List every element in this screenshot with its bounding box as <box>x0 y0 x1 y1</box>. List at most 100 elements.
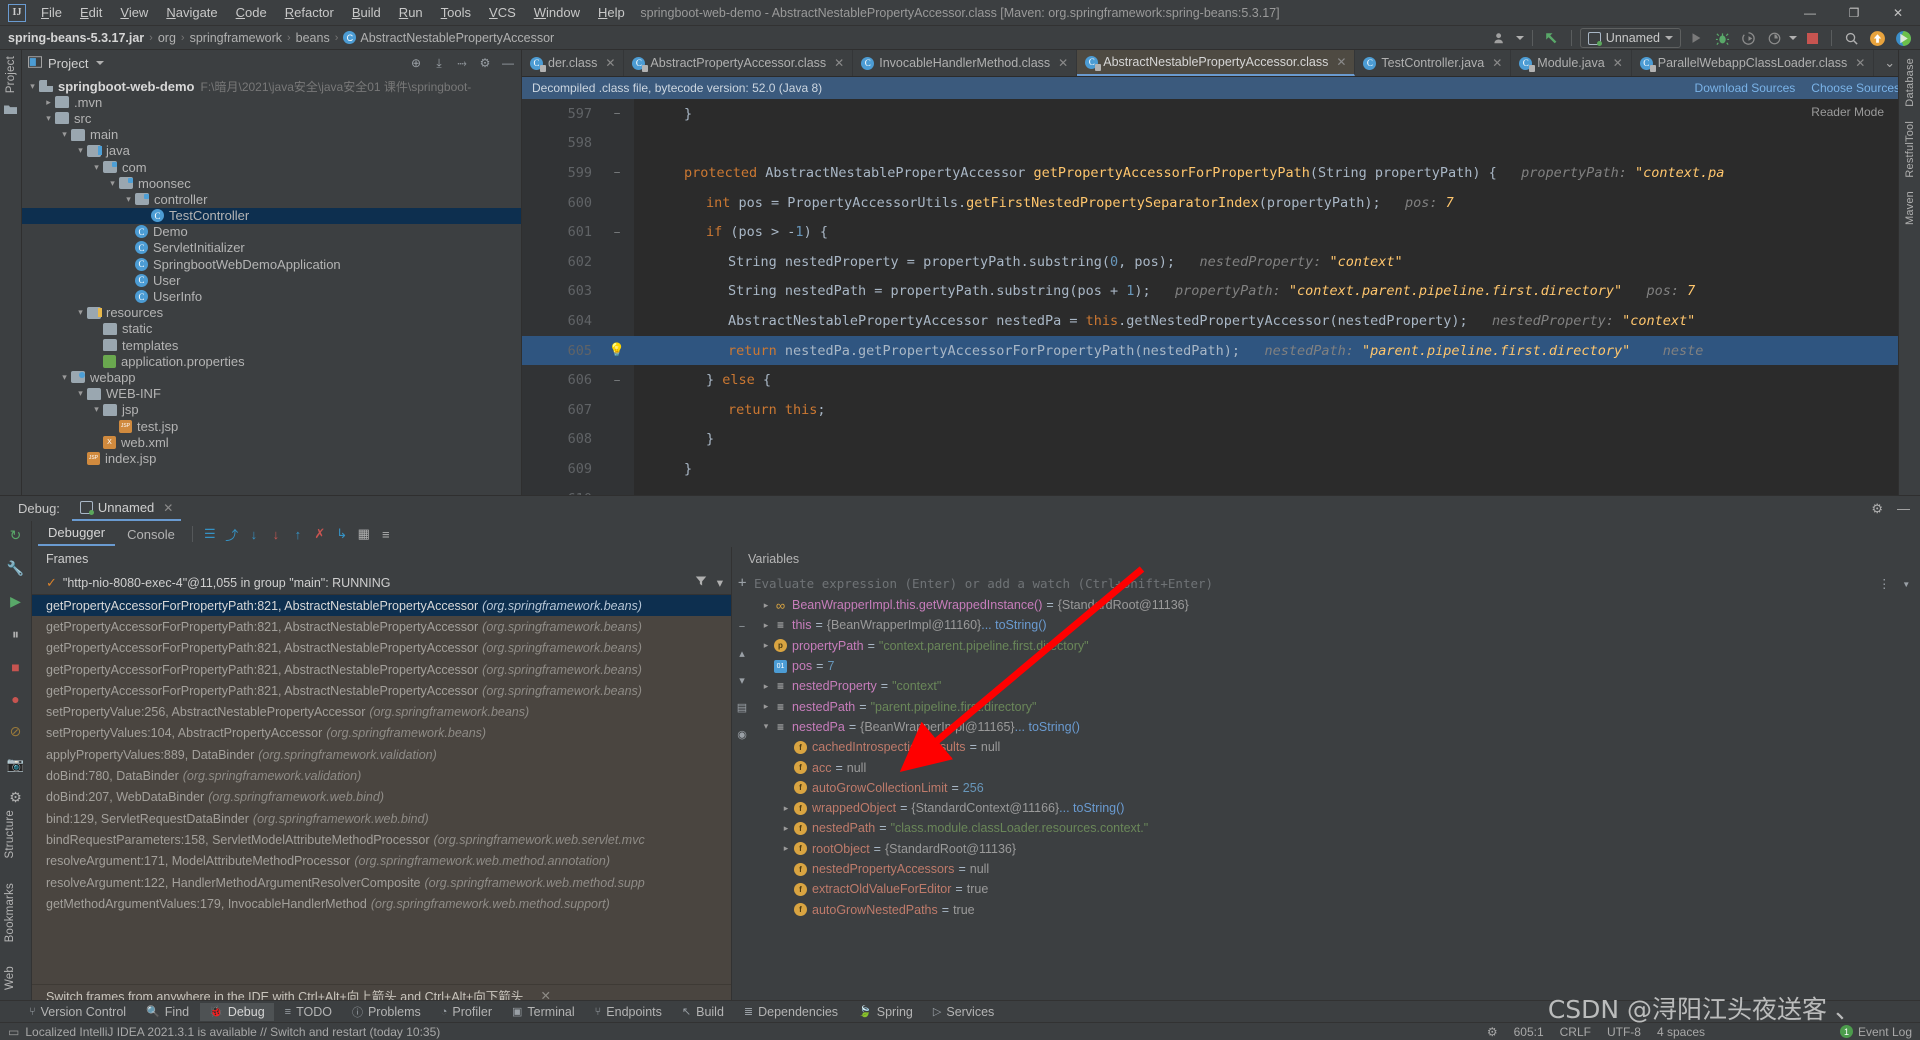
tree-node-springboot-web-demo[interactable]: ▾ springboot-web-demo F:\暗月\2021\java安全\ja… <box>22 78 521 94</box>
code-line-598[interactable]: 598 <box>522 129 1920 159</box>
maximize-button[interactable]: ❐ <box>1832 0 1876 26</box>
chevron-down-icon[interactable]: ⌄ <box>1884 55 1895 71</box>
frame-row[interactable]: setPropertyValue:256, AbstractNestablePr… <box>32 701 731 722</box>
chevron-down-icon[interactable]: ▾ <box>122 194 135 205</box>
menu-item-help[interactable]: Help <box>589 2 634 23</box>
tree-node-java[interactable]: ▾ java <box>22 143 521 159</box>
tool-window-services[interactable]: ▷ Services <box>924 1003 1003 1021</box>
chevron-down-icon[interactable]: ▾ <box>90 162 103 173</box>
menu-item-build[interactable]: Build <box>343 2 390 23</box>
close-tab-icon[interactable]: ✕ <box>834 56 844 70</box>
chevron-down-icon[interactable]: ▾ <box>717 575 723 590</box>
menu-item-navigate[interactable]: Navigate <box>157 2 226 23</box>
tree-node-webapp[interactable]: ▾ webapp <box>22 369 521 385</box>
breadcrumb-item-0[interactable]: spring-beans-5.3.17.jar <box>8 31 144 45</box>
tree-node-src[interactable]: ▾ src <box>22 110 521 126</box>
tool-window-version-control[interactable]: ⑂ Version Control <box>20 1003 135 1021</box>
user-settings-caret-icon[interactable] <box>1515 36 1524 40</box>
add-watch-icon[interactable]: + <box>738 575 746 591</box>
variable-row[interactable]: 01 pos = 7 <box>758 656 1920 676</box>
tree-node-springbootwebdemoapplication[interactable]: C SpringbootWebDemoApplication <box>22 256 521 272</box>
step-into-icon[interactable]: ↓ <box>244 525 264 543</box>
tree-node-main[interactable]: ▾ main <box>22 127 521 143</box>
profile-caret-icon[interactable] <box>1789 36 1797 40</box>
folder-icon[interactable] <box>3 103 18 117</box>
update-project-icon[interactable] <box>1541 28 1563 48</box>
code-line-599[interactable]: 599− protected AbstractNestablePropertyAc… <box>522 158 1920 188</box>
intention-bulb-icon[interactable]: 💡 <box>609 343 625 358</box>
evaluate-expression-input[interactable]: + Evaluate expression (Enter) or add a w… <box>732 571 1920 595</box>
chevron-right-icon[interactable]: ▸ <box>778 823 794 834</box>
tree-node-com[interactable]: ▾ com <box>22 159 521 175</box>
ide-feature-trainer-icon[interactable] <box>1892 28 1914 48</box>
user-settings-icon[interactable] <box>1490 28 1512 48</box>
tree-node-web-xml[interactable]: Xweb.xml <box>22 434 521 450</box>
frame-row[interactable]: getPropertyAccessorForPropertyPath:821, … <box>32 595 731 617</box>
step-out-icon[interactable]: ↑ <box>288 525 308 543</box>
chevron-down-icon[interactable]: ▾ <box>58 372 71 383</box>
close-tab-icon[interactable]: ✕ <box>1058 56 1068 70</box>
variable-tostring-link[interactable]: ... toString() <box>1059 801 1124 815</box>
frame-row[interactable]: bind:129, ServletRequestDataBinder (org.s… <box>32 808 731 829</box>
chevron-down-icon[interactable]: ▾ <box>26 81 39 92</box>
breadcrumb-item-3[interactable]: beans <box>296 31 330 45</box>
chevron-right-icon[interactable]: ▸ <box>778 843 794 854</box>
code-line-600[interactable]: 600 int pos = PropertyAccessorUtils.getFi… <box>522 188 1920 218</box>
tree-node-index-jsp[interactable]: JSP index.jsp <box>22 450 521 466</box>
tool-window-terminal[interactable]: ▣ Terminal <box>503 1003 584 1021</box>
profile-icon[interactable] <box>1763 28 1785 48</box>
breadcrumb-item-2[interactable]: springframework <box>190 31 282 45</box>
chevron-down-icon[interactable]: ▾ <box>106 178 119 189</box>
tool-window-dependencies[interactable]: ≣ Dependencies <box>735 1003 847 1021</box>
frame-row[interactable]: getPropertyAccessorForPropertyPath:821, … <box>32 659 731 680</box>
run-icon[interactable] <box>1685 28 1707 48</box>
tree-node-static[interactable]: static <box>22 321 521 337</box>
tree-node-resources[interactable]: ▾ resources <box>22 305 521 321</box>
frame-row[interactable]: getPropertyAccessorForPropertyPath:821, … <box>32 638 731 659</box>
caret-position[interactable]: 605:1 <box>1514 1025 1544 1039</box>
event-log-button[interactable]: 1 Event Log <box>1839 1025 1912 1039</box>
tool-window-profiler[interactable]: ◔ Profiler <box>432 1003 501 1021</box>
status-message[interactable]: Localized IntelliJ IDEA 2021.3.1 is avai… <box>25 1025 440 1039</box>
editor-tab-abstractnestablepropertyaccessor-class[interactable]: C AbstractNestablePropertyAccessor.class ✕ <box>1077 50 1356 76</box>
debugger-tab-debugger[interactable]: Debugger <box>38 522 116 546</box>
left-tool-bookmarks[interactable]: Bookmarks <box>4 883 16 942</box>
frame-row[interactable]: resolveArgument:171, ModelAttributeMetho… <box>32 851 731 872</box>
tool-window-problems[interactable]: ⓘ Problems <box>343 1002 430 1022</box>
frame-row[interactable]: setPropertyValues:104, AbstractPropertyA… <box>32 723 731 744</box>
chevron-right-icon[interactable]: ▸ <box>758 620 774 631</box>
ide-update-icon[interactable] <box>1866 28 1888 48</box>
file-encoding[interactable]: UTF-8 <box>1607 1025 1641 1039</box>
editor-tab-abstractpropertyaccessor-class[interactable]: C AbstractPropertyAccessor.class ✕ <box>624 50 854 76</box>
variable-row[interactable]: f extractOldValueForEditor = true <box>758 879 1920 899</box>
frames-thread-row[interactable]: ✓ "http-nio-8080-exec-4"@11,055 in group… <box>32 571 731 595</box>
chevron-down-icon-vars[interactable]: ▾ <box>1902 576 1910 591</box>
minimize-button[interactable]: — <box>1788 0 1832 26</box>
code-line-604[interactable]: 604 AbstractNestablePropertyAccessor nest… <box>522 306 1920 336</box>
code-line-605[interactable]: 605 💡 return nestedPa.getPropertyAccessorF… <box>522 335 1920 366</box>
left-tool-structure[interactable]: Structure <box>4 810 16 858</box>
locate-icon[interactable]: ⊕ <box>409 56 423 70</box>
hide-icon[interactable]: — <box>501 56 515 70</box>
hide-panel-icon[interactable]: — <box>1897 501 1910 517</box>
stop-icon[interactable] <box>1801 28 1823 48</box>
evaluate-expression-icon[interactable]: ▦ <box>354 525 374 543</box>
debug-icon[interactable] <box>1711 28 1733 48</box>
remove-watch-icon[interactable]: − <box>739 621 745 633</box>
chevron-right-icon[interactable]: ▸ <box>758 681 774 692</box>
variable-row[interactable]: ▸ ∞ BeanWrapperImpl.this.getWrappedInstanc… <box>758 595 1920 615</box>
right-tool-restfultool[interactable]: RestfulTool <box>1904 121 1916 178</box>
chevron-down-icon[interactable]: ▾ <box>758 721 774 732</box>
variable-tostring-link[interactable]: ... toString() <box>981 618 1046 632</box>
variable-row[interactable]: f autoGrowNestedPaths = true <box>758 899 1920 919</box>
code-line-608[interactable]: 608} <box>522 425 1920 455</box>
code-line-601[interactable]: 601− if (pos > -1) { <box>522 217 1920 247</box>
variable-row[interactable]: ▸ f wrappedObject = {StandardContext@11166} … <box>758 798 1920 818</box>
expand-all-icon[interactable]: ⤓ <box>432 56 446 70</box>
right-tool-maven[interactable]: Maven <box>1904 191 1916 225</box>
tree-node-templates[interactable]: templates <box>22 337 521 353</box>
tree-node-jsp[interactable]: ▾ jsp <box>22 402 521 418</box>
chevron-right-icon[interactable]: ▸ <box>758 600 774 611</box>
code-line-607[interactable]: 607 return this; <box>522 395 1920 425</box>
code-fold-icon[interactable]: − <box>600 107 634 120</box>
